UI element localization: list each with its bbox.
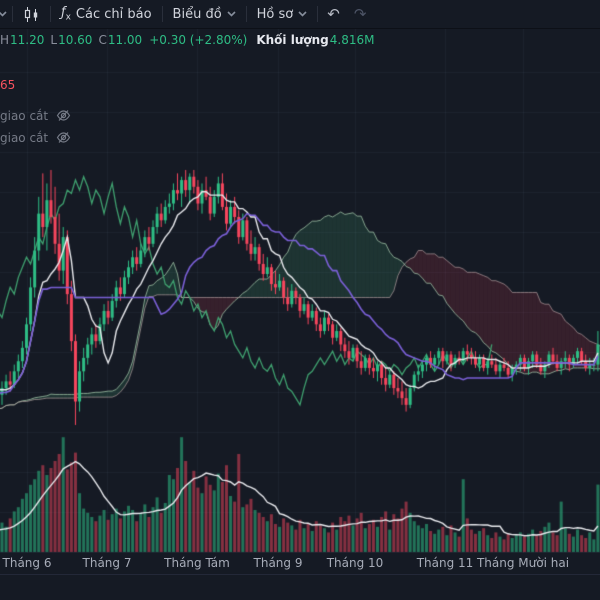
toolbar-separator — [161, 6, 163, 22]
eye-slash-icon[interactable] — [56, 130, 71, 145]
indicator-label: giao cắt — [0, 130, 49, 145]
low-value: 10.60 — [58, 33, 93, 47]
toolbar-separator — [245, 6, 247, 22]
eye-slash-icon[interactable] — [56, 108, 71, 123]
time-axis-label: Tháng 11 — [416, 556, 474, 570]
bottom-strip — [0, 575, 600, 600]
high-label: H — [0, 33, 10, 47]
indicator-legend-row[interactable]: giao cắt — [0, 130, 71, 145]
low-label: L — [50, 33, 58, 47]
change-value: +0.30 (+2.80%) — [149, 33, 248, 47]
time-axis-label: Tháng 7 — [82, 556, 132, 570]
time-axis-label: Tháng 6 — [2, 556, 52, 570]
chevron-down-icon — [298, 11, 307, 17]
redo-button[interactable]: ↷ — [347, 5, 374, 23]
time-axis-label: Tháng 9 — [253, 556, 303, 570]
ohlc-legend: H11.20 L10.60 C11.00 +0.30 (+2.80%) Khối lượ… — [0, 33, 374, 47]
toolbar-separator — [12, 6, 13, 22]
chart-menu-button[interactable]: Biểu đồ — [165, 2, 244, 26]
toolbar-separator — [317, 6, 319, 22]
trading-chart-app: ƒx Các chỉ báo Biểu đồ Hồ sơ ↶ ↷ H11.20 L… — [0, 0, 600, 600]
indicator-legend-row[interactable]: giao cắt — [0, 108, 71, 123]
fx-icon: ƒx — [61, 5, 71, 23]
indicators-label: Các chỉ báo — [75, 6, 152, 22]
price-chart-canvas[interactable] — [0, 28, 600, 553]
close-value: 11.00 — [107, 33, 143, 47]
time-axis-label: Tháng Tám — [164, 556, 230, 570]
volume-value: 4.816M — [329, 33, 375, 47]
time-axis-label: Tháng Mười hai — [476, 556, 570, 570]
candles-icon — [24, 6, 38, 22]
indicators-button[interactable]: ƒx Các chỉ báo — [53, 2, 160, 26]
indicator-value: 65 — [0, 78, 16, 92]
undo-button[interactable]: ↶ — [320, 5, 347, 23]
high-value: 11.20 — [10, 33, 45, 47]
chevron-down-icon[interactable] — [0, 2, 10, 26]
indicator-label: giao cắt — [0, 108, 49, 123]
top-toolbar: ƒx Các chỉ báo Biểu đồ Hồ sơ ↶ ↷ — [0, 0, 600, 29]
chevron-down-icon — [227, 11, 236, 17]
volume-label: Khối lượng — [256, 33, 329, 47]
close-label: C — [98, 33, 107, 47]
time-axis[interactable]: Tháng 6 Tháng 7 Tháng Tám Tháng 9 Tháng 10 Th… — [0, 553, 600, 575]
profile-menu-button[interactable]: Hồ sơ — [249, 2, 316, 26]
profile-menu-label: Hồ sơ — [256, 6, 294, 22]
chart-menu-label: Biểu đồ — [172, 6, 222, 22]
chart-type-button[interactable] — [15, 2, 48, 26]
toolbar-separator — [50, 6, 51, 22]
time-axis-label: Tháng 10 — [326, 556, 384, 570]
